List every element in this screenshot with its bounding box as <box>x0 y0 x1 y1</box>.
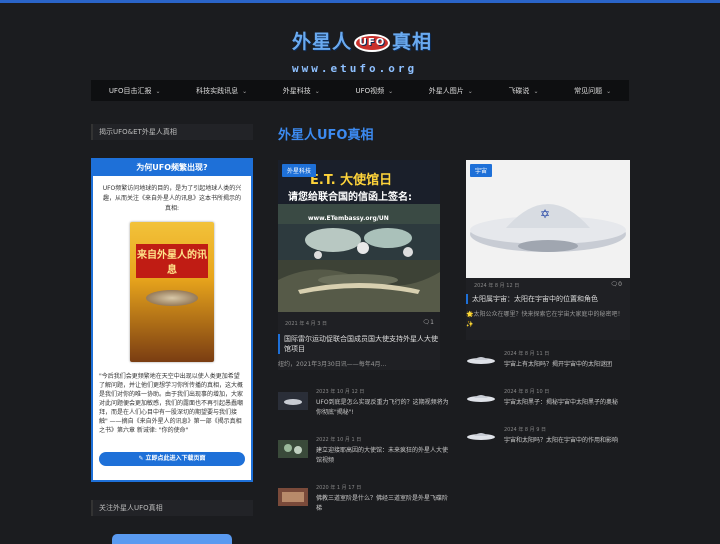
comment-count[interactable]: 🗨0 <box>611 281 622 288</box>
ufo-image: ✡ <box>466 160 630 278</box>
comment-number: 1 <box>430 319 434 326</box>
star-symbol-icon: ✡ <box>540 207 550 221</box>
chevron-down-icon: ⌄ <box>155 88 160 95</box>
chevron-down-icon: ⌄ <box>388 88 393 95</box>
nav-label: 外星科技 <box>283 87 311 95</box>
ufo-icon <box>146 290 198 306</box>
logo-title: 外星人UFO真相 <box>292 27 432 54</box>
post-thumbnail-icon <box>278 392 308 410</box>
post-date: 2022 年 10 月 1 日 <box>316 436 361 443</box>
promo-quote: "今后我们会更频繁地在天空中出现以使人类更加希望了解问题，并让他们更想学习你所传… <box>93 362 251 435</box>
nav-label: 外星人图片 <box>429 87 464 95</box>
post-title[interactable]: 国际雷尔运动促联合国成员国大使支持外星人大使馆项目 <box>278 334 440 354</box>
section-title: 外星人UFO真相 <box>278 124 374 143</box>
site-logo[interactable]: 外星人UFO真相 www.etufo.org <box>0 3 720 78</box>
post-thumbnail-icon <box>278 440 308 458</box>
ufo-thumbnail-icon <box>466 428 496 442</box>
nav-label: 科技实践讯息 <box>196 87 238 95</box>
post-excerpt: 纽约，2021年3月30日讯——每年4月... <box>278 360 440 370</box>
post-thumbnail[interactable]: E.T. 大使馆日 请您给联合国的信函上签名: www.ETembassy.or… <box>278 160 440 312</box>
book-title: 来自外星人的讯息 <box>136 244 208 278</box>
post-excerpt: 🌟太阳公众在哪里？快来探索它在宇宙大家庭中的秘密吧！✨ <box>466 310 630 330</box>
post-title[interactable]: 宇宙太阳黑子：揭秘宇宙中太阳黑子的奥秘 <box>504 397 630 406</box>
nav-item-ufo-talk[interactable]: 飞碟说 ⌄ <box>508 86 538 96</box>
image-text: E.T. 大使馆日 <box>310 172 392 188</box>
list-item[interactable]: 2023 年 10 月 12 日 UFO到底是怎么实现反重力飞行的？这期视频将为… <box>278 388 450 428</box>
promo-widget: 为何UFO频繁出现? UFO频繁访问地球的目的，是为了引起地球人类的兴趣，从而关… <box>91 158 253 482</box>
post-thumbnail[interactable]: ✡ 宇宙 <box>466 160 630 278</box>
featured-post-left[interactable]: E.T. 大使馆日 请您给联合国的信函上签名: www.ETembassy.or… <box>278 160 440 370</box>
main-nav: UFO目击汇报⌄ 科技实践讯息⌄ 外星科技⌄ UFO视频⌄ 外星人图片⌄ 飞碟说… <box>91 80 629 101</box>
list-item[interactable]: 2022 年 10 月 1 日 建立迎接耶高因的大使馆：未来疯狂的外星人大使馆视… <box>278 436 450 476</box>
nav-item-tech-practice[interactable]: 科技实践讯息 ⌄ <box>196 86 247 96</box>
post-title[interactable]: 佛教三道室阶是什么？佛经三道室阶是外星飞碟阶梯 <box>316 494 450 514</box>
logo-url: www.etufo.org <box>292 62 417 75</box>
logo-title-left: 外星人 <box>292 31 352 53</box>
logo-title-right: 真相 <box>392 31 432 53</box>
nav-label: 常见问题 <box>574 87 602 95</box>
post-date: 2021 年 4 月 3 日 <box>285 320 327 327</box>
list-item[interactable]: 2024 年 8 月 9 日 宇宙和太阳吗？太阳在宇宙中的作用和影响 <box>466 426 630 456</box>
image-url: www.ETembassy.org/UN <box>308 215 389 222</box>
featured-post-right[interactable]: ✡ 宇宙 2024 年 8 月 12 日 🗨0 太阳属宇宙：太阳在宇宙中的位置和… <box>466 160 630 340</box>
promo-title: 为何UFO频繁出现? <box>93 160 251 176</box>
sidebar-heading-follow: 关注外星人UFO真相 <box>91 500 253 516</box>
chevron-down-icon: ⌄ <box>468 88 473 95</box>
category-badge[interactable]: 宇宙 <box>470 164 492 177</box>
post-date: 2023 年 10 月 12 日 <box>316 388 364 395</box>
download-button[interactable]: ✎ 立即点此进入下载页面 <box>99 452 245 466</box>
post-title[interactable]: UFO到底是怎么实现反重力飞行的？这期视频将为你彻底"揭秘"! <box>316 398 450 418</box>
post-date: 2024 年 8 月 11 日 <box>504 350 549 357</box>
nav-label: UFO目击汇报 <box>109 87 152 95</box>
comment-count[interactable]: 🗨1 <box>423 319 434 326</box>
nav-item-faq[interactable]: 常见问题 ⌄ <box>574 86 611 96</box>
nav-item-alien-pictures[interactable]: 外星人图片 ⌄ <box>429 86 473 96</box>
embassy-image: E.T. 大使馆日 请您给联合国的信函上签名: www.ETembassy.or… <box>278 160 440 312</box>
chevron-down-icon: ⌄ <box>606 88 611 95</box>
follow-button[interactable] <box>112 534 232 544</box>
post-thumbnail-icon <box>278 488 308 506</box>
nav-item-ufo-video[interactable]: UFO视频 ⌄ <box>355 86 393 96</box>
post-date: 2020 年 1 月 17 日 <box>316 484 361 491</box>
nav-label: UFO视频 <box>355 87 384 95</box>
ufo-thumbnail-icon <box>466 352 496 366</box>
promo-text: UFO频繁访问地球的目的，是为了引起地球人类的兴趣，从而关注《来自外星人的讯息》… <box>93 176 251 214</box>
post-title[interactable]: 宇宙和太阳吗？太阳在宇宙中的作用和影响 <box>504 435 630 444</box>
chevron-down-icon: ⌄ <box>242 88 247 95</box>
comment-number: 0 <box>618 281 622 288</box>
post-title[interactable]: 宇宙上有太阳吗？揭开宇宙中的太阳谜团 <box>504 359 630 368</box>
post-date: 2024 年 8 月 9 日 <box>504 426 546 433</box>
nav-item-ufo-reports[interactable]: UFO目击汇报⌄ <box>109 86 161 96</box>
ufo-thumbnail-icon <box>466 390 496 404</box>
post-date: 2024 年 8 月 10 日 <box>504 388 549 395</box>
nav-item-alien-tech[interactable]: 外星科技 ⌄ <box>283 86 320 96</box>
book-cover-image[interactable]: 来自外星人的讯息 <box>130 222 214 362</box>
category-badge[interactable]: 外星科技 <box>282 164 316 177</box>
post-date: 2024 年 8 月 12 日 <box>474 282 519 289</box>
chevron-down-icon: ⌄ <box>533 88 538 95</box>
chevron-down-icon: ⌄ <box>315 88 320 95</box>
image-sub: 请您给联合国的信函上签名: <box>288 190 412 203</box>
sidebar-heading: 揭示UFO&ET外星人真相 <box>91 124 253 140</box>
ufo-logo-icon: UFO <box>354 34 390 52</box>
post-title[interactable]: 建立迎接耶高因的大使馆：未来疯狂的外星人大使馆视频 <box>316 446 450 466</box>
list-item[interactable]: 2020 年 1 月 17 日 佛教三道室阶是什么？佛经三道室阶是外星飞碟阶梯 <box>278 484 450 524</box>
list-item[interactable]: 2024 年 8 月 10 日 宇宙太阳黑子：揭秘宇宙中太阳黑子的奥秘 <box>466 388 630 418</box>
nav-label: 飞碟说 <box>508 87 529 95</box>
post-title[interactable]: 太阳属宇宙：太阳在宇宙中的位置和角色 <box>466 294 630 304</box>
list-item[interactable]: 2024 年 8 月 11 日 宇宙上有太阳吗？揭开宇宙中的太阳谜团 <box>466 350 630 380</box>
